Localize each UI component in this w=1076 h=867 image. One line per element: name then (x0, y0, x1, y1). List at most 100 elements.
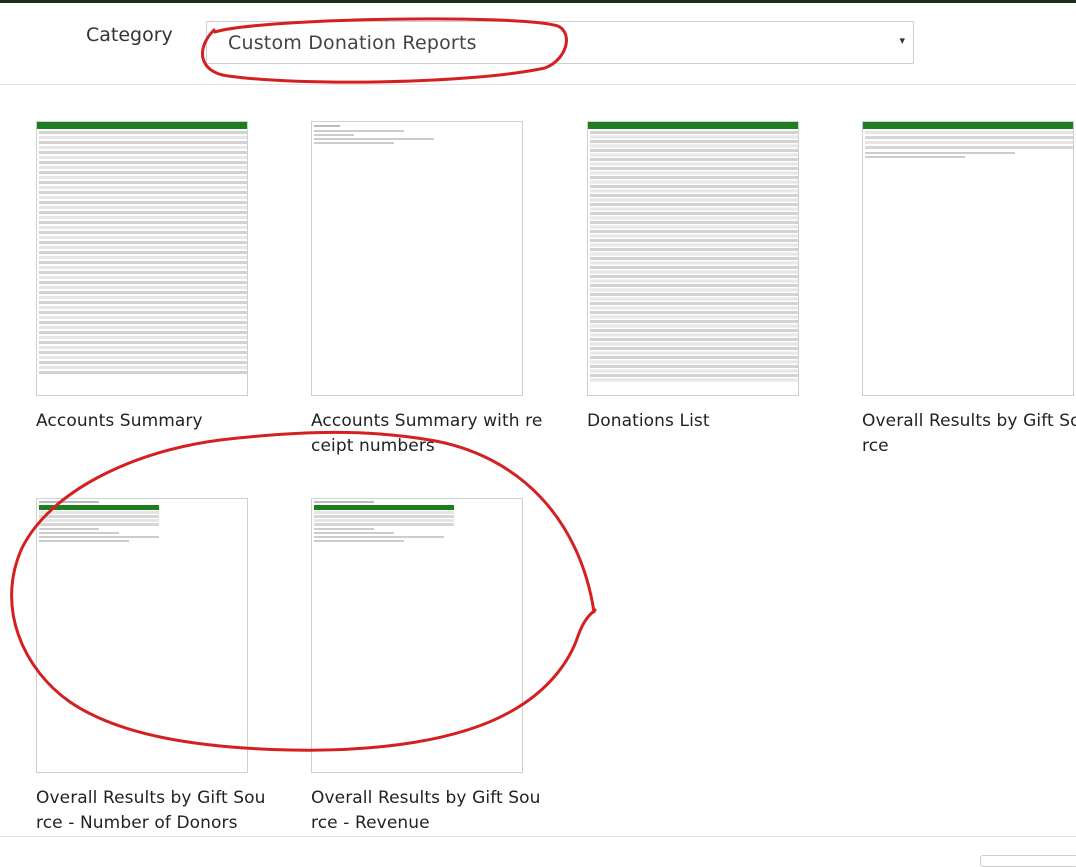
thumbnail-row (590, 144, 798, 148)
thumbnail-row (590, 207, 798, 211)
thumbnail-row (39, 271, 247, 274)
thumbnail-row (590, 374, 798, 377)
thumbnail-row (590, 333, 798, 337)
thumbnail-row (39, 251, 247, 254)
thumbnail-row (590, 243, 798, 247)
thumbnail-row (590, 203, 798, 206)
thumbnail-row (39, 291, 247, 294)
thumbnail-row (39, 196, 247, 199)
thumbnail-row (39, 171, 247, 174)
thumbnail-preview (314, 501, 454, 542)
thumbnail-row (590, 225, 798, 229)
thumbnail-row (590, 342, 798, 346)
thumbnail-row (39, 266, 247, 269)
report-thumbnail[interactable] (36, 121, 248, 396)
thumbnail-row (590, 198, 798, 202)
thumbnail-row (590, 306, 798, 310)
thumbnail-row (39, 371, 247, 374)
report-title[interactable]: Donations List (587, 409, 819, 434)
thumbnail-row (39, 286, 247, 289)
thumbnail-row (590, 270, 798, 274)
thumbnail-row (590, 293, 798, 296)
thumbnail-row (590, 167, 798, 170)
thumbnail-preview (863, 122, 1073, 158)
thumbnail-row (590, 194, 798, 197)
thumbnail-row (590, 288, 798, 292)
thumbnail-row (39, 236, 247, 239)
divider (0, 84, 1076, 85)
thumbnail-row (590, 257, 798, 260)
thumbnail-row (590, 365, 798, 368)
thumbnail-row (590, 162, 798, 166)
thumbnail-row (39, 176, 247, 179)
report-thumbnail[interactable] (587, 121, 799, 396)
thumbnail-row (39, 191, 247, 194)
thumbnail-preview (39, 501, 159, 542)
thumbnail-row (590, 275, 798, 278)
thumbnail-row (590, 279, 798, 283)
report-title[interactable]: Overall Results by Gift Source - Number … (36, 786, 268, 836)
thumbnail-row (590, 140, 798, 143)
thumbnail-row (39, 346, 247, 349)
thumbnail-row (590, 135, 798, 139)
thumbnail-row (39, 241, 247, 244)
thumbnail-row (590, 234, 798, 238)
thumbnail-row (590, 297, 798, 301)
thumbnail-row (39, 261, 247, 264)
thumbnail-row (590, 239, 798, 242)
thumbnail-row (39, 246, 247, 249)
report-title[interactable]: Overall Results by Gift Source - Revenue (311, 786, 543, 836)
chevron-down-icon: ▾ (899, 34, 905, 47)
category-select[interactable]: Custom Donation Reports ▾ (206, 21, 914, 64)
thumbnail-row (590, 360, 798, 364)
report-title[interactable]: Overall Results by Gift Source (862, 409, 1076, 459)
thumbnail-row (39, 216, 247, 219)
thumbnail-preview (588, 122, 798, 382)
thumbnail-row (590, 131, 798, 134)
thumbnail-row (39, 326, 247, 329)
thumbnail-row (590, 176, 798, 179)
thumbnail-row (39, 201, 247, 204)
report-thumbnail[interactable] (311, 121, 523, 396)
top-strip (0, 0, 1076, 3)
thumbnail-row (39, 221, 247, 224)
thumbnail-row (39, 151, 247, 154)
thumbnail-row (590, 153, 798, 157)
thumbnail-row (39, 316, 247, 319)
report-title[interactable]: Accounts Summary (36, 409, 268, 434)
report-thumbnail[interactable] (311, 498, 523, 773)
thumbnail-row (39, 131, 247, 134)
thumbnail-row (590, 149, 798, 152)
thumbnail-row (39, 206, 247, 209)
thumbnail-row (39, 156, 247, 159)
thumbnail-row (39, 331, 247, 334)
thumbnail-row (590, 302, 798, 305)
report-thumbnail[interactable] (36, 498, 248, 773)
thumbnail-row (590, 252, 798, 256)
thumbnail-row (590, 248, 798, 251)
thumbnail-row (590, 347, 798, 350)
thumbnail-row (39, 356, 247, 359)
thumbnail-row (39, 361, 247, 364)
thumbnail-row (590, 189, 798, 193)
thumbnail-row (39, 276, 247, 279)
thumbnail-row (39, 321, 247, 324)
thumbnail-row (39, 166, 247, 169)
thumbnail-row (590, 261, 798, 265)
report-title[interactable]: Accounts Summary with receipt numbers (311, 409, 543, 459)
thumbnail-row (590, 230, 798, 233)
thumbnail-row (590, 356, 798, 359)
thumbnail-preview (37, 122, 247, 374)
thumbnail-row (39, 141, 247, 144)
thumbnail-row (590, 284, 798, 287)
thumbnail-row (590, 338, 798, 341)
thumbnail-row (590, 351, 798, 355)
thumbnail-preview (314, 125, 434, 144)
corner-button[interactable] (980, 855, 1076, 867)
thumbnail-row (39, 281, 247, 284)
thumbnail-row (590, 369, 798, 373)
report-thumbnail[interactable] (862, 121, 1074, 396)
category-label: Category (86, 24, 173, 46)
thumbnail-row (39, 336, 247, 339)
thumbnail-row (39, 231, 247, 234)
